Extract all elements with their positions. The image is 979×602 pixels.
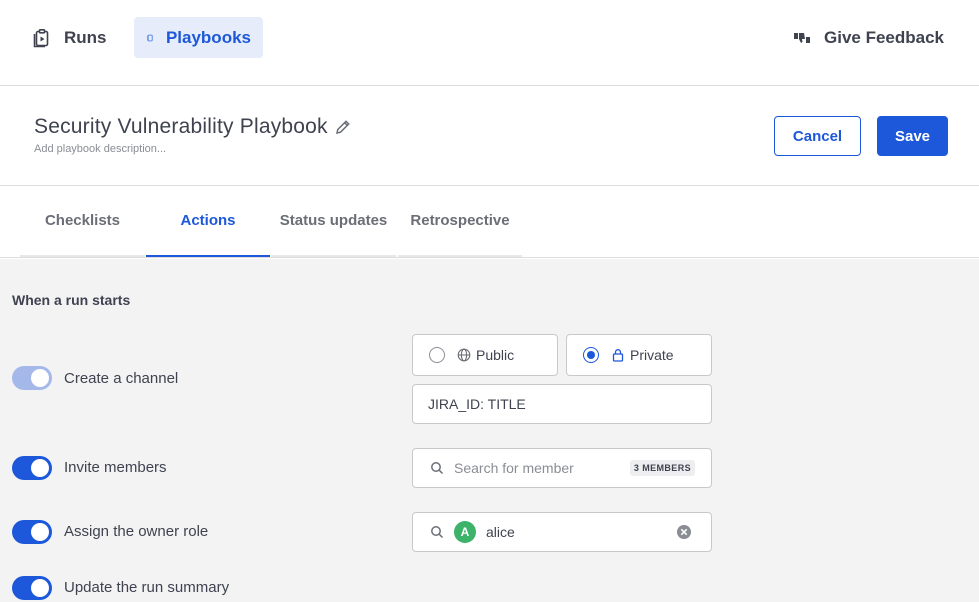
nav-playbooks-label: Playbooks bbox=[165, 27, 251, 47]
tab-actions[interactable]: Actions bbox=[146, 186, 270, 257]
member-search-input[interactable]: Search for member 3 MEMBERS bbox=[412, 448, 712, 488]
runs-icon bbox=[33, 28, 49, 47]
invite-members-toggle[interactable] bbox=[12, 456, 52, 480]
create-channel-label: Create a channel bbox=[64, 370, 179, 387]
invite-members-label: Invite members bbox=[64, 459, 167, 476]
tab-bar: Checklists Actions Status updates Retros… bbox=[0, 186, 979, 258]
thumbs-icon bbox=[794, 32, 810, 43]
public-label: Public bbox=[476, 347, 515, 363]
create-channel-toggle[interactable] bbox=[12, 366, 52, 390]
avatar: A bbox=[454, 521, 476, 543]
clear-icon[interactable] bbox=[676, 524, 692, 540]
section-title: When a run starts bbox=[12, 292, 131, 308]
nav-runs-label: Runs bbox=[64, 27, 107, 47]
nav-playbooks[interactable]: Playbooks bbox=[134, 17, 263, 58]
update-summary-toggle[interactable] bbox=[12, 576, 52, 600]
top-nav: Runs Playbooks Give Feedback bbox=[0, 0, 979, 86]
lock-icon bbox=[612, 349, 624, 362]
search-icon bbox=[431, 526, 444, 539]
public-radio[interactable] bbox=[429, 347, 445, 363]
playbook-icon bbox=[147, 34, 153, 41]
assign-owner-toggle[interactable] bbox=[12, 520, 52, 544]
owner-value: alice bbox=[486, 524, 515, 540]
owner-select[interactable]: A alice bbox=[412, 512, 712, 552]
private-label: Private bbox=[630, 347, 674, 363]
title-row: Security Vulnerability Playbook bbox=[34, 115, 352, 139]
save-button[interactable]: Save bbox=[877, 116, 948, 156]
channel-name-value: JIRA_ID: TITLE bbox=[428, 396, 526, 412]
pencil-icon[interactable] bbox=[334, 118, 352, 136]
public-option[interactable]: Public bbox=[412, 334, 558, 376]
tab-retrospective[interactable]: Retrospective bbox=[398, 186, 522, 257]
update-summary-label: Update the run summary bbox=[64, 579, 230, 596]
cancel-button[interactable]: Cancel bbox=[774, 116, 861, 156]
playbook-header: Security Vulnerability Playbook Add play… bbox=[0, 86, 979, 186]
channel-name-input[interactable]: JIRA_ID: TITLE bbox=[412, 384, 712, 424]
private-option[interactable]: Private bbox=[566, 334, 712, 376]
playbook-title[interactable]: Security Vulnerability Playbook bbox=[34, 115, 328, 139]
nav-runs[interactable]: Runs bbox=[20, 17, 119, 58]
playbook-description[interactable]: Add playbook description... bbox=[34, 143, 166, 155]
tab-checklists[interactable]: Checklists bbox=[20, 186, 145, 257]
member-search-placeholder: Search for member bbox=[454, 460, 574, 476]
private-radio[interactable] bbox=[583, 347, 599, 363]
give-feedback-button[interactable]: Give Feedback bbox=[780, 17, 956, 58]
globe-icon bbox=[457, 348, 471, 362]
give-feedback-label: Give Feedback bbox=[824, 27, 945, 47]
search-icon bbox=[431, 462, 444, 475]
assign-owner-label: Assign the owner role bbox=[64, 523, 209, 540]
member-count-badge: 3 MEMBERS bbox=[629, 460, 695, 476]
tab-status-updates[interactable]: Status updates bbox=[271, 186, 396, 257]
actions-panel: When a run starts Create a channel Publi… bbox=[0, 259, 979, 602]
